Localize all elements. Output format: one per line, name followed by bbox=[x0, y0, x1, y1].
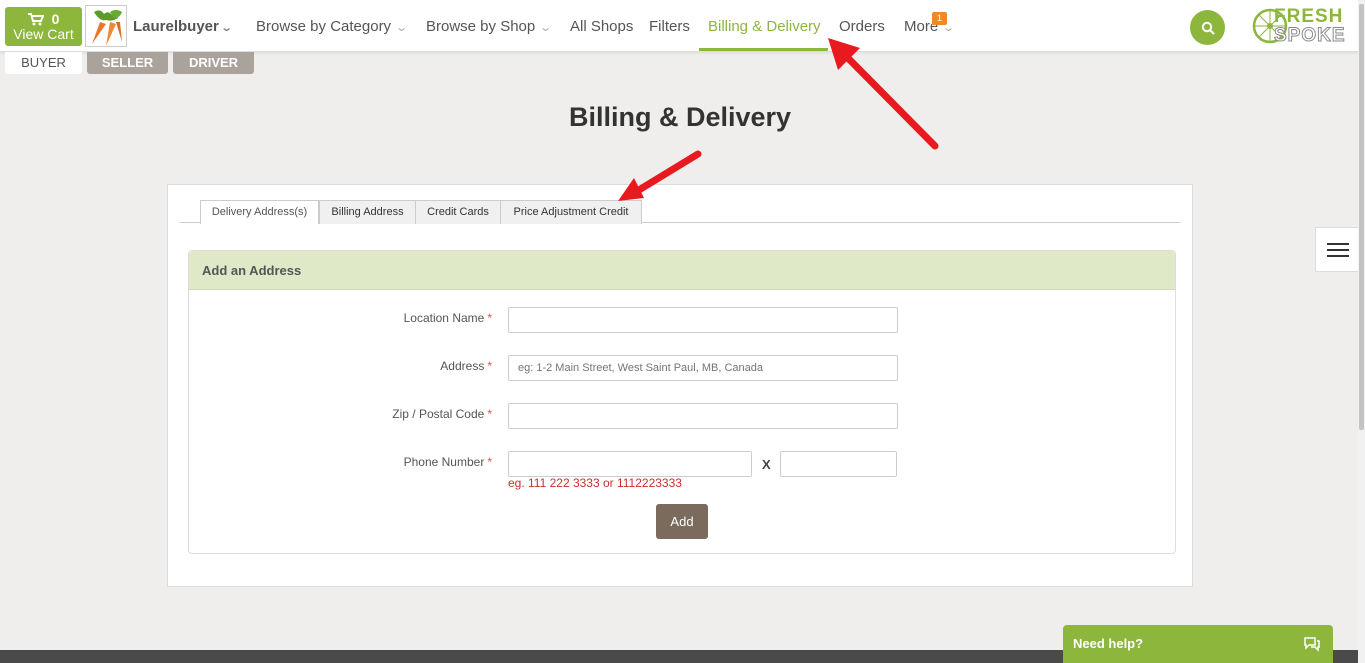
help-label: Need help? bbox=[1073, 636, 1144, 651]
username-label: Laurelbuyer bbox=[133, 18, 219, 35]
top-navbar: 0 View Cart Laurelbuyer⌄ Browse by Categ… bbox=[0, 0, 1358, 52]
logo-line2: SPOKE bbox=[1274, 25, 1346, 46]
phone-format-hint: eg. 111 222 3333 or 1112223333 bbox=[508, 476, 682, 490]
search-icon bbox=[1201, 21, 1215, 35]
extension-separator: X bbox=[762, 457, 771, 472]
nav-all-shops[interactable]: All Shops bbox=[570, 18, 633, 35]
cart-label: View Cart bbox=[13, 26, 74, 42]
tab-price-adjustment-credit[interactable]: Price Adjustment Credit bbox=[500, 200, 642, 224]
chevron-down-icon: ⌄ bbox=[539, 22, 553, 34]
role-tab-driver[interactable]: DRIVER bbox=[173, 52, 254, 74]
add-address-button[interactable]: Add bbox=[656, 504, 708, 539]
role-tab-seller[interactable]: SELLER bbox=[87, 52, 168, 74]
address-input[interactable] bbox=[508, 355, 898, 381]
logo-line1: FRESH bbox=[1274, 6, 1344, 27]
required-marker: * bbox=[487, 407, 492, 421]
role-tab-buyer[interactable]: BUYER bbox=[5, 52, 82, 74]
nav-browse-by-category[interactable]: Browse by Category ⌄ bbox=[256, 18, 409, 35]
chevron-down-icon: ⌄ bbox=[395, 22, 409, 34]
nav-orders[interactable]: Orders bbox=[839, 18, 885, 35]
nav-browse-by-shop[interactable]: Browse by Shop ⌄ bbox=[426, 18, 553, 35]
tab-billing-address[interactable]: Billing Address bbox=[319, 200, 416, 224]
nav-label: All Shops bbox=[570, 18, 634, 35]
phone-number-label: Phone Number * bbox=[403, 455, 492, 469]
notification-badge: 1 bbox=[932, 12, 947, 25]
form-heading: Add an Address bbox=[189, 251, 1175, 290]
add-address-form: Add an Address Location Name* Address* Z… bbox=[188, 250, 1176, 554]
hamburger-menu-button[interactable] bbox=[1315, 227, 1360, 272]
need-help-widget[interactable]: Need help? bbox=[1063, 625, 1333, 663]
nav-label: Filters bbox=[649, 18, 690, 35]
location-name-input[interactable] bbox=[508, 307, 898, 333]
subtab-bar: Delivery Address(s) Billing Address Cred… bbox=[180, 200, 1180, 224]
zip-code-input[interactable] bbox=[508, 403, 898, 429]
required-marker: * bbox=[487, 455, 492, 469]
tab-delivery-addresses[interactable]: Delivery Address(s) bbox=[200, 200, 319, 224]
hamburger-line bbox=[1326, 242, 1349, 245]
scrollbar-thumb[interactable] bbox=[1359, 4, 1364, 430]
hamburger-line bbox=[1326, 248, 1349, 251]
address-label: Address * bbox=[440, 359, 492, 373]
carrot-logo-icon bbox=[92, 10, 122, 46]
hamburger-line bbox=[1326, 254, 1349, 257]
phone-extension-input[interactable] bbox=[780, 451, 897, 477]
view-cart-button[interactable]: 0 View Cart bbox=[5, 7, 82, 46]
nav-label: Orders bbox=[839, 18, 885, 35]
required-marker: * bbox=[487, 311, 492, 325]
avatar[interactable] bbox=[85, 5, 127, 47]
nav-filters[interactable]: Filters bbox=[649, 18, 690, 35]
cart-icon bbox=[27, 12, 44, 25]
required-marker: * bbox=[487, 359, 492, 373]
page-title: Billing & Delivery bbox=[568, 102, 792, 132]
nav-label: Browse by Category bbox=[256, 18, 392, 35]
chevron-down-icon: ⌄ bbox=[220, 22, 233, 34]
freshspoke-logo[interactable]: FRESH SPOKE bbox=[1252, 6, 1356, 46]
nav-billing-delivery[interactable]: Billing & Delivery bbox=[708, 18, 821, 35]
cart-count: 0 bbox=[51, 11, 60, 27]
user-menu[interactable]: Laurelbuyer⌄ bbox=[133, 18, 233, 35]
nav-label: Browse by Shop bbox=[426, 18, 536, 35]
nav-label: Billing & Delivery bbox=[708, 18, 821, 35]
search-button[interactable] bbox=[1190, 10, 1225, 45]
active-nav-indicator bbox=[699, 48, 828, 51]
billing-panel: Delivery Address(s) Billing Address Cred… bbox=[167, 184, 1193, 587]
tab-credit-cards[interactable]: Credit Cards bbox=[415, 200, 501, 224]
location-name-label: Location Name * bbox=[403, 311, 492, 325]
phone-number-input[interactable] bbox=[508, 451, 752, 477]
chat-bubble-icon bbox=[1304, 637, 1320, 652]
zip-code-label: Zip / Postal Code * bbox=[392, 407, 492, 421]
